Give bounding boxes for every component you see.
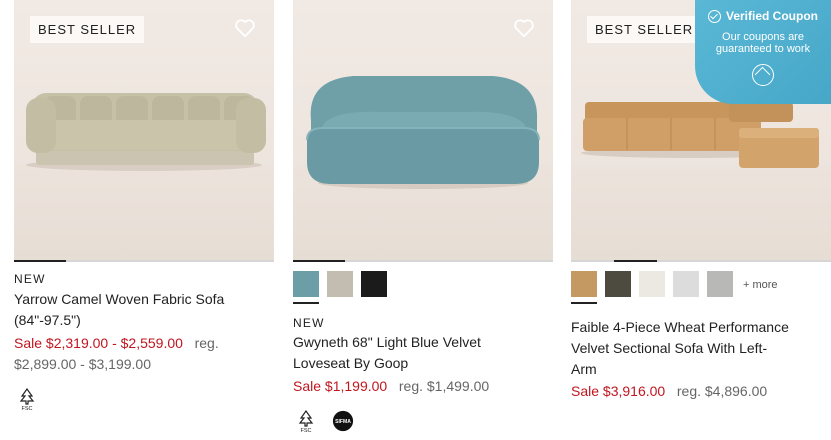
sale-price: Sale $3,916.00 [571,383,666,399]
product-title-line[interactable]: Faible 4-Piece Wheat Performance [571,317,831,338]
new-label: NEW [293,316,325,330]
image-carousel-indicator [14,260,274,262]
reg-price: $2,899.00 - $3,199.00 [14,356,152,372]
image-carousel-indicator [571,260,831,262]
color-swatch-grey[interactable] [707,271,733,297]
product-title-line[interactable]: Velvet Sectional Sofa With Left- [571,338,831,359]
price-block: Sale $3,916.00 reg. $4,896.00 [571,381,831,402]
selected-swatch-indicator [293,302,319,304]
svg-text:FSC: FSC [22,406,33,411]
product-title[interactable]: Yarrow Camel Woven Fabric Sofa (84"-97.5… [14,289,274,331]
product-title-line[interactable]: Yarrow Camel Woven Fabric Sofa [14,289,274,310]
reg-label: reg. [398,378,423,394]
image-carousel-indicator [293,260,553,262]
svg-text:FSC: FSC [301,428,312,433]
color-swatch-olive[interactable] [605,271,631,297]
color-swatch-wheat[interactable] [571,271,597,297]
product-title-line[interactable]: (84"-97.5") [14,310,274,331]
product-image-gwyneth-loveseat[interactable] [293,0,553,260]
product-title-line[interactable]: Loveseat By Goop [293,353,553,374]
sale-price: Sale $2,319.00 - $2,559.00 [14,335,183,351]
reg-price: $4,896.00 [704,383,768,399]
more-swatches-link[interactable]: + more [743,279,778,291]
color-swatch-ivory[interactable] [639,271,665,297]
price-block: Sale $2,319.00 - $2,559.00 reg. $2,899.0… [14,333,279,375]
coupon-header: Verified Coupon [695,9,831,23]
selected-swatch-indicator [571,302,597,304]
sale-price: Sale $1,199.00 [293,378,388,394]
svg-text:SIFMA: SIFMA [335,419,351,425]
check-circle-icon [707,9,721,23]
product-title[interactable]: Gwyneth 68" Light Blue Velvet Loveseat B… [293,332,553,374]
color-swatch-light-blue[interactable] [293,271,319,297]
product-image-yarrow-sofa[interactable]: BEST SELLER [14,0,274,260]
color-swatch-black[interactable] [361,271,387,297]
product-title-line[interactable]: Arm [571,359,831,380]
sifma-icon: SIFMA [332,409,354,433]
loveseat-illustration [306,76,540,189]
reg-price: $1,499.00 [426,378,490,394]
best-seller-badge: BEST SELLER [30,16,145,43]
heart-icon[interactable] [234,18,256,38]
color-swatch-taupe[interactable] [327,271,353,297]
coupon-subtitle: Our coupons are guaranteed to work [695,31,831,55]
verified-coupon-popup[interactable]: Verified Coupon Our coupons are guarante… [695,0,831,104]
home-icon[interactable] [752,64,774,86]
reg-label: reg. [676,383,701,399]
heart-icon[interactable] [513,18,535,38]
fsc-icon: FSC [16,387,38,411]
coupon-subtitle-line: guaranteed to work [715,43,811,55]
product-title[interactable]: Faible 4-Piece Wheat Performance Velvet … [571,317,831,380]
coupon-subtitle-line: Our coupons are [722,31,804,43]
product-title-line[interactable]: Gwyneth 68" Light Blue Velvet [293,332,553,353]
price-block: Sale $1,199.00 reg. $1,499.00 [293,376,553,397]
reg-label: reg. [194,335,219,351]
new-label: NEW [14,272,46,286]
fsc-icon: FSC [295,409,317,433]
best-seller-badge: BEST SELLER [587,16,702,43]
color-swatch-light-grey[interactable] [673,271,699,297]
coupon-title: Verified Coupon [725,9,818,23]
